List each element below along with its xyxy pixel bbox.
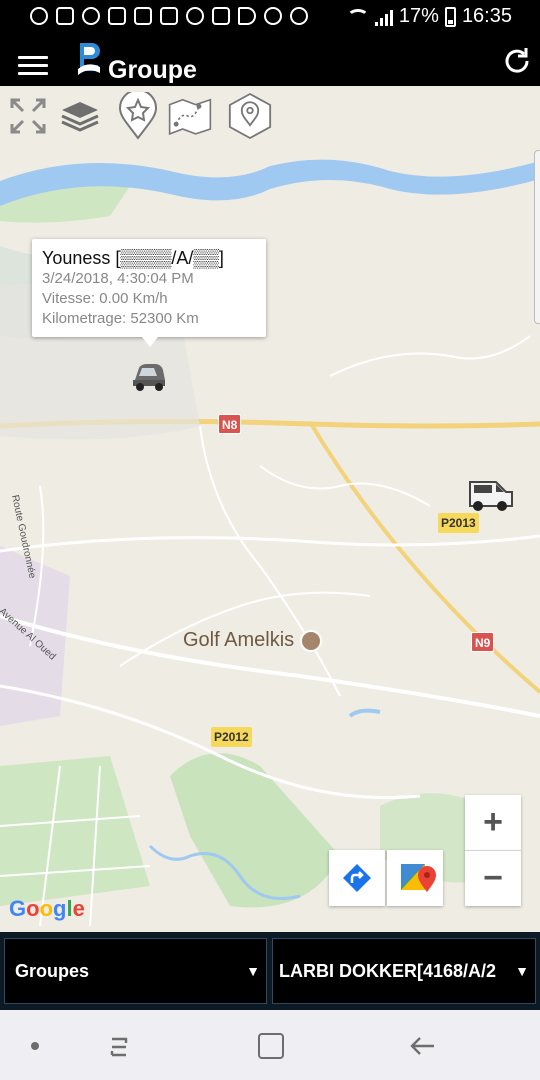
battery-icon xyxy=(444,6,456,27)
vehicle-marker[interactable] xyxy=(466,474,514,514)
home-icon[interactable] xyxy=(258,1033,284,1059)
route-map-icon[interactable] xyxy=(168,92,212,140)
wifi-icon xyxy=(346,8,369,25)
road-label-p2013: P2013 xyxy=(438,513,479,533)
app-logo xyxy=(78,43,100,75)
account-icon xyxy=(82,7,100,25)
status-bar: 17% 16:35 xyxy=(0,0,540,36)
poi-pin-icon[interactable] xyxy=(228,92,272,140)
expand-icon[interactable] xyxy=(6,92,50,140)
group-select-value: Groupes xyxy=(15,960,90,981)
battery-percent: 17% xyxy=(398,5,439,27)
back-icon[interactable] xyxy=(408,1032,436,1060)
selector-bar: Groupes ▼ LARBI DOKKER[4168/A/2 ▼ xyxy=(0,932,540,1010)
page-title: Groupe xyxy=(108,56,197,84)
vehicle-marker[interactable] xyxy=(131,358,167,392)
whatsapp-icon xyxy=(30,7,48,25)
directions-button[interactable] xyxy=(329,850,385,906)
refresh-icon[interactable] xyxy=(500,44,534,78)
open-google-maps-button[interactable] xyxy=(387,850,443,906)
hotel-icon xyxy=(300,629,323,652)
system-nav-bar xyxy=(0,1010,540,1080)
side-panel-handle[interactable] xyxy=(534,150,540,324)
google-maps-icon xyxy=(401,864,436,892)
road-label-p2012: P2012 xyxy=(211,727,252,747)
instagram-icon xyxy=(134,7,152,25)
clock: 16:35 xyxy=(461,5,512,27)
road-label-n9: N9 xyxy=(471,632,495,652)
layers-icon[interactable] xyxy=(58,92,102,140)
alarm-icon xyxy=(290,7,308,25)
place-golf-amelkis[interactable]: Golf Amelkis xyxy=(183,629,323,652)
vehicle-info-popup: Youness [▒▒▒▒/A/▒▒] 3/24/2018, 4:30:04 P… xyxy=(32,239,266,347)
image-icon xyxy=(108,7,126,25)
map-view[interactable]: Youness [▒▒▒▒/A/▒▒] 3/24/2018, 4:30:04 P… xyxy=(0,86,540,932)
popup-mileage: Kilometrage: 52300 Km xyxy=(42,310,199,327)
group-select[interactable]: Groupes ▼ xyxy=(4,938,267,1004)
map-terrain xyxy=(0,159,540,927)
chrome-icon xyxy=(264,7,282,25)
instagram-icon xyxy=(160,7,178,25)
recents-icon[interactable] xyxy=(106,1033,132,1059)
road-label-n8: N8 xyxy=(218,414,242,434)
place-label: Golf Amelkis xyxy=(183,629,295,651)
zoom-in-button[interactable]: + xyxy=(465,795,521,851)
system-status: 17% 16:35 xyxy=(346,5,512,28)
directions-icon xyxy=(343,864,371,892)
favorite-pin-icon[interactable] xyxy=(116,92,160,140)
signal-icon xyxy=(374,8,393,26)
mail-icon xyxy=(56,7,74,25)
zoom-out-button[interactable]: − xyxy=(465,851,521,906)
vehicle-select-value: LARBI DOKKER[4168/A/2 xyxy=(279,960,497,981)
app-header: Groupe xyxy=(0,36,540,86)
nav-hide-icon[interactable] xyxy=(31,1042,39,1050)
notification-icons xyxy=(30,7,308,25)
vehicle-select[interactable]: LARBI DOKKER[4168/A/2 ▼ xyxy=(272,938,536,1004)
laptop-icon xyxy=(212,7,230,25)
popup-vehicle-title: Youness [▒▒▒▒/A/▒▒] xyxy=(42,248,224,268)
chevron-down-icon: ▼ xyxy=(515,963,529,979)
chevron-down-icon: ▼ xyxy=(246,963,260,979)
menu-button[interactable] xyxy=(18,56,48,78)
google-logo: Google xyxy=(9,896,85,921)
popup-datetime: 3/24/2018, 4:30:04 PM xyxy=(42,270,194,287)
play-store-icon xyxy=(238,7,256,25)
menu-icon xyxy=(18,56,48,59)
popup-speed: Vitesse: 0.00 Km/h xyxy=(42,290,168,307)
grid-app-icon xyxy=(186,7,204,25)
